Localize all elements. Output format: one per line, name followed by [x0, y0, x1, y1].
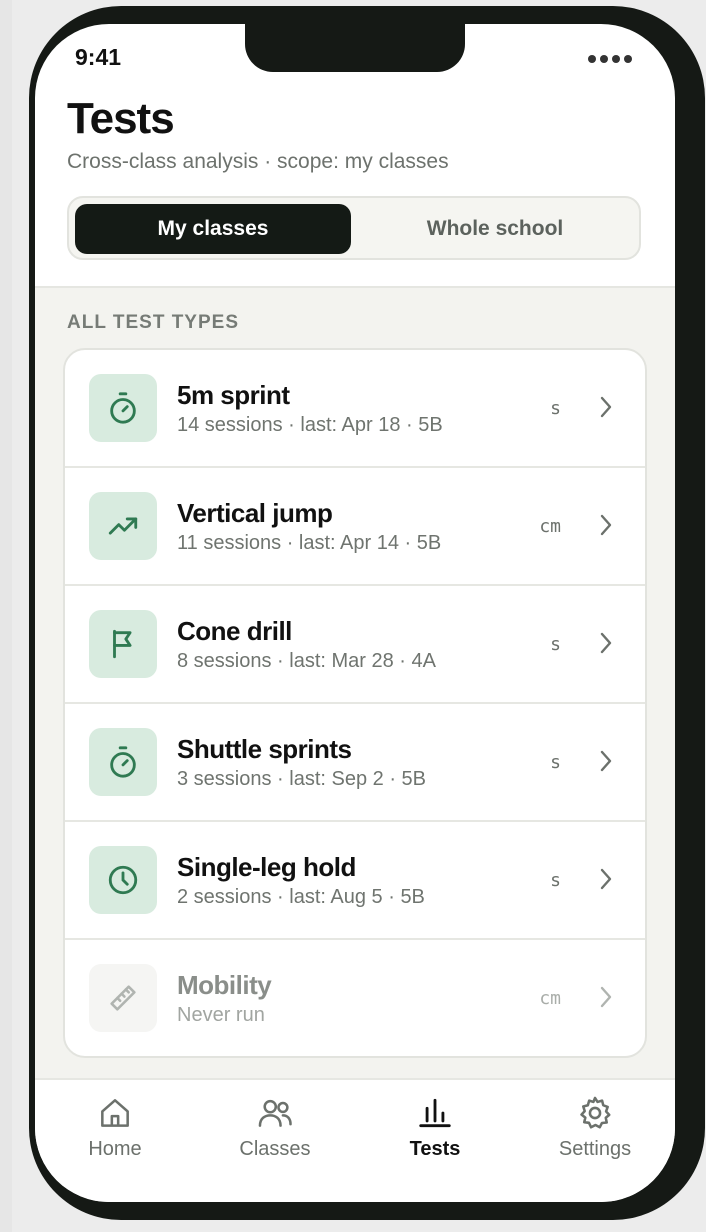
- status-time: 9:41: [75, 44, 122, 70]
- test-row-shuttle-sprints[interactable]: Shuttle sprints 3 sessions · last: Sep 2…: [65, 704, 645, 822]
- page-title: Tests: [67, 94, 175, 143]
- chevron-right-icon: [600, 750, 612, 772]
- test-name: Mobility: [177, 970, 272, 1000]
- bar-chart-icon: [419, 1098, 451, 1128]
- test-meta: 8 sessions · last: Mar 28 · 4A: [177, 650, 436, 672]
- tab-label: Settings: [558, 1138, 632, 1160]
- gear-icon: [580, 1096, 611, 1129]
- scope-toggle: My classes Whole school: [67, 196, 641, 260]
- test-name: Vertical jump: [177, 498, 333, 528]
- tab-label: Classes: [239, 1138, 311, 1160]
- test-row-cone-drill[interactable]: Cone drill 8 sessions · last: Mar 28 · 4…: [65, 586, 645, 704]
- tab-tests[interactable]: Tests: [375, 1094, 495, 1174]
- test-row-5m-sprint[interactable]: 5m sprint 14 sessions · last: Apr 18 · 5…: [65, 350, 645, 468]
- stopwatch-icon: [89, 374, 157, 442]
- test-name: Shuttle sprints: [177, 734, 352, 764]
- chevron-right-icon: [600, 632, 612, 654]
- tab-classes[interactable]: Classes: [215, 1094, 335, 1174]
- test-name: Cone drill: [177, 616, 292, 646]
- tab-label: Home: [88, 1138, 142, 1160]
- page-subtitle: Cross-class analysis · scope: my classes: [67, 150, 449, 173]
- scope-my-classes-button[interactable]: My classes: [75, 204, 351, 254]
- test-meta: 11 sessions · last: Apr 14 · 5B: [177, 532, 442, 554]
- test-meta: 3 sessions · last: Sep 2 · 5B: [177, 768, 427, 790]
- test-meta: Never run: [177, 1004, 265, 1026]
- tab-home[interactable]: Home: [55, 1094, 175, 1174]
- test-unit: cm: [539, 516, 561, 537]
- scope-whole-school-button[interactable]: Whole school: [357, 204, 633, 254]
- section-label: ALL TEST TYPES: [67, 312, 240, 333]
- test-meta: 2 sessions · last: Aug 5 · 5B: [177, 886, 425, 908]
- test-unit: s: [550, 870, 561, 891]
- test-row-vertical-jump[interactable]: Vertical jump 11 sessions · last: Apr 14…: [65, 468, 645, 586]
- clock-icon: [89, 846, 157, 914]
- test-name: Single-leg hold: [177, 852, 356, 882]
- chevron-right-icon: [600, 986, 612, 1008]
- test-unit: s: [550, 752, 561, 773]
- test-meta: 14 sessions · last: Apr 18 · 5B: [177, 414, 443, 436]
- people-icon: [258, 1099, 292, 1127]
- chevron-right-icon: [600, 396, 612, 418]
- test-row-mobility[interactable]: Mobility Never run cm: [65, 940, 645, 1056]
- tab-label: Tests: [409, 1138, 461, 1160]
- tab-bar: Home Classes Tests Settings: [35, 1078, 675, 1202]
- test-unit: s: [550, 634, 561, 655]
- test-types-list: 5m sprint 14 sessions · last: Apr 18 · 5…: [63, 348, 647, 1058]
- test-name: 5m sprint: [177, 380, 290, 410]
- notch: [245, 24, 465, 72]
- test-unit: s: [550, 398, 561, 419]
- test-unit: cm: [539, 988, 561, 1009]
- signal-dots-icon: [588, 55, 632, 63]
- flag-icon: [89, 610, 157, 678]
- chevron-right-icon: [600, 514, 612, 536]
- phone-screen: 9:41 Tests Cross-class analysis · scope:…: [35, 24, 675, 1202]
- chevron-right-icon: [600, 868, 612, 890]
- trend-up-icon: [89, 492, 157, 560]
- stopwatch-icon: [89, 728, 157, 796]
- home-icon: [101, 1099, 129, 1127]
- test-row-single-leg-hold[interactable]: Single-leg hold 2 sessions · last: Aug 5…: [65, 822, 645, 940]
- tab-settings[interactable]: Settings: [535, 1094, 655, 1174]
- ruler-icon: [89, 964, 157, 1032]
